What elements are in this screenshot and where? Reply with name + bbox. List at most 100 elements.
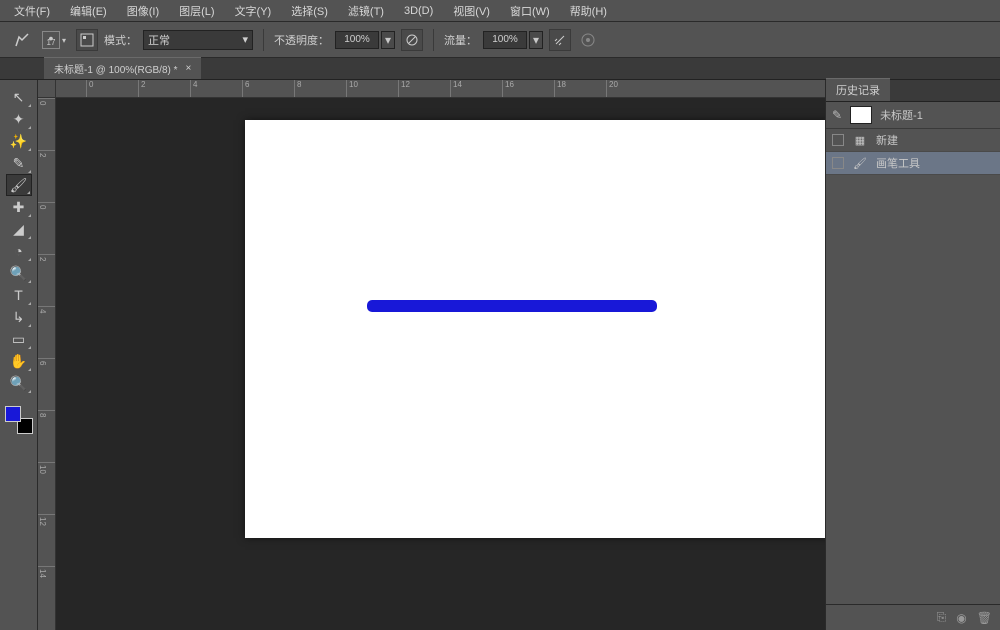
tools-panel: ↖✦✨✎🖌✚◢◔🔍T↳▭✋🔍: [0, 80, 38, 630]
eraser-tool[interactable]: ✚: [6, 196, 32, 218]
ruler-corner: [38, 80, 56, 98]
drawn-stroke: [367, 300, 657, 312]
zoom-tool[interactable]: 🔍: [6, 262, 32, 284]
brushes-panel-icon[interactable]: [76, 29, 98, 51]
ruler-tick: 14: [38, 566, 55, 618]
pressure-opacity-icon[interactable]: [401, 29, 423, 51]
ruler-tick: 12: [38, 514, 55, 566]
history-step-icon: ▦: [852, 133, 868, 147]
brush-preset-picker[interactable]: 17 ▾: [42, 31, 70, 49]
ruler-tick: 10: [38, 462, 55, 514]
foreground-color[interactable]: [5, 406, 21, 422]
vertical-ruler[interactable]: 0202468101214: [38, 98, 56, 630]
ruler-tick: 2: [38, 254, 55, 306]
history-panel: 历史记录 ✎ 未标题-1 ▦ 新建 🖌 画笔工具 ⎘ ◉ 🗑: [825, 80, 1000, 630]
chevron-down-icon: ▾: [62, 36, 70, 44]
document-tab[interactable]: 未标题-1 @ 100%(RGB/8) * ×: [44, 57, 201, 79]
mode-label: 模式：: [104, 32, 137, 48]
ruler-tick: 0: [38, 202, 55, 254]
ruler-tick: 0: [38, 98, 55, 150]
menu-item[interactable]: 文字(Y): [225, 0, 282, 22]
options-bar: 17 ▾ 模式： 正常 ▾ 不透明度： 100% ▾ 流量： 100% ▾: [0, 22, 1000, 58]
new-snapshot-icon[interactable]: ⎘: [937, 610, 947, 625]
color-swatches[interactable]: [5, 406, 33, 434]
blur-tool[interactable]: ◔: [6, 240, 32, 262]
move-tool[interactable]: ↖: [6, 86, 32, 108]
history-doc-name: 未标题-1: [880, 107, 923, 123]
ruler-tick: 14: [450, 80, 502, 97]
camera-icon[interactable]: ◉: [956, 611, 966, 625]
history-item[interactable]: ▦ 新建: [826, 129, 1000, 152]
menu-item[interactable]: 帮助(H): [560, 0, 617, 22]
chevron-down-icon[interactable]: ▾: [381, 31, 395, 49]
ruler-tick: 8: [38, 410, 55, 462]
menu-item[interactable]: 视图(V): [443, 0, 500, 22]
path-tool[interactable]: ↳: [6, 306, 32, 328]
marquee-tool[interactable]: ✦: [6, 108, 32, 130]
ruler-tick: 18: [554, 80, 606, 97]
history-visibility-checkbox[interactable]: [832, 134, 844, 146]
panel-tab-bar: 历史记录: [826, 80, 1000, 102]
menu-item[interactable]: 窗口(W): [500, 0, 560, 22]
menu-item[interactable]: 图像(I): [117, 0, 169, 22]
flow-input[interactable]: 100%: [483, 31, 527, 49]
opacity-input[interactable]: 100%: [335, 31, 379, 49]
menu-bar: 文件(F)编辑(E)图像(I)图层(L)文字(Y)选择(S)滤镜(T)3D(D)…: [0, 0, 1000, 22]
history-document-row[interactable]: ✎ 未标题-1: [826, 102, 1000, 129]
ruler-tick: 12: [398, 80, 450, 97]
brush-tool[interactable]: 🖌: [6, 174, 32, 196]
blend-mode-value: 正常: [148, 32, 170, 48]
document-canvas[interactable]: [245, 120, 825, 538]
blend-mode-select[interactable]: 正常 ▾: [143, 30, 253, 50]
ruler-tick: 10: [346, 80, 398, 97]
history-step-label: 画笔工具: [876, 155, 920, 171]
airbrush-icon[interactable]: [549, 29, 571, 51]
wand-tool[interactable]: ✨: [6, 130, 32, 152]
bucket-tool[interactable]: ◢: [6, 218, 32, 240]
ruler-tick: 6: [38, 358, 55, 410]
ruler-tick: 2: [38, 150, 55, 202]
flow-label: 流量：: [444, 32, 477, 48]
ruler-tick: 4: [38, 306, 55, 358]
divider: [433, 29, 434, 51]
pressure-size-icon[interactable]: [577, 29, 599, 51]
type-tool[interactable]: T: [6, 284, 32, 306]
history-tab[interactable]: 历史记录: [826, 78, 890, 101]
document-thumbnail: [850, 106, 872, 124]
trash-icon[interactable]: 🗑: [977, 611, 992, 625]
history-item[interactable]: 🖌 画笔工具: [826, 152, 1000, 175]
eyedropper-tool[interactable]: ✎: [6, 152, 32, 174]
ruler-tick: 0: [86, 80, 138, 97]
hand-tool[interactable]: ✋: [6, 350, 32, 372]
chevron-down-icon[interactable]: ▾: [529, 31, 543, 49]
menu-item[interactable]: 编辑(E): [60, 0, 117, 22]
ruler-tick: 20: [606, 80, 658, 97]
ruler-tick: 8: [294, 80, 346, 97]
zoom2-tool[interactable]: 🔍: [6, 372, 32, 394]
divider: [263, 29, 264, 51]
menu-item[interactable]: 3D(D): [394, 2, 443, 20]
canvas-area: 02468101214161820 0202468101214: [38, 80, 825, 630]
history-step-icon: 🖌: [852, 156, 868, 170]
brush-icon: ✎: [832, 108, 842, 122]
opacity-label: 不透明度：: [274, 32, 329, 48]
menu-item[interactable]: 选择(S): [281, 0, 338, 22]
menu-item[interactable]: 滤镜(T): [338, 0, 394, 22]
brush-size-label: 17: [47, 38, 56, 47]
menu-item[interactable]: 文件(F): [4, 0, 60, 22]
ruler-tick: 4: [190, 80, 242, 97]
current-tool-icon: [8, 26, 36, 54]
ruler-tick: 6: [242, 80, 294, 97]
shape-tool[interactable]: ▭: [6, 328, 32, 350]
ruler-tick: 2: [138, 80, 190, 97]
document-tab-bar: 未标题-1 @ 100%(RGB/8) * ×: [0, 58, 1000, 80]
chevron-down-icon: ▾: [242, 33, 248, 46]
history-step-label: 新建: [876, 132, 898, 148]
ruler-tick: 16: [502, 80, 554, 97]
document-tab-title: 未标题-1 @ 100%(RGB/8) *: [54, 61, 178, 76]
menu-item[interactable]: 图层(L): [169, 0, 224, 22]
history-visibility-checkbox[interactable]: [832, 157, 844, 169]
close-icon[interactable]: ×: [186, 63, 192, 74]
horizontal-ruler[interactable]: 02468101214161820: [56, 80, 825, 98]
main-area: ↖✦✨✎🖌✚◢◔🔍T↳▭✋🔍 02468101214161820 0202468…: [0, 80, 1000, 630]
